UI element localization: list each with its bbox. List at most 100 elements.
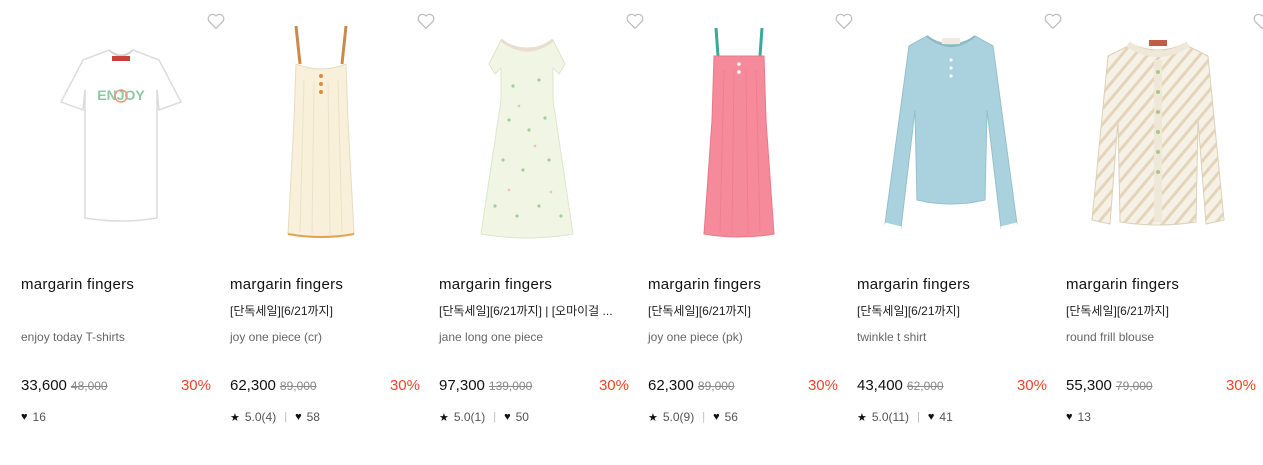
product-name[interactable]: joy one piece (pk) <box>648 330 743 344</box>
meta-divider: | <box>493 411 497 423</box>
product-name[interactable]: enjoy today T-shirts <box>21 330 125 344</box>
meta-divider: | <box>702 411 706 423</box>
like-count: 16 <box>32 410 46 424</box>
original-price: 89,000 <box>279 379 317 393</box>
product-brand[interactable]: margarin fingers <box>230 276 343 293</box>
product-image-blue-long-sleeve-top <box>884 35 1018 230</box>
product-brand[interactable]: margarin fingers <box>439 276 552 293</box>
sale-price: 62,300 <box>230 377 276 394</box>
product-image-link[interactable] <box>857 10 1062 250</box>
product-image-pink-slip-dress <box>703 27 775 238</box>
original-price: 62,000 <box>906 379 944 393</box>
heart-filled-icon: ♥ <box>21 411 28 423</box>
like-count: 13 <box>1077 410 1091 424</box>
product-image-floral-long-dress <box>480 38 574 239</box>
price-row: 62,300 89,000 30% <box>648 377 838 397</box>
product-name[interactable]: joy one piece (cr) <box>230 330 322 344</box>
heart-outline-icon <box>626 13 644 30</box>
product-image-link[interactable]: ENJOY <box>21 10 225 250</box>
product-meta: ♥ 13 <box>1066 410 1091 424</box>
sale-price: 33,600 <box>21 377 67 394</box>
product-tag: [단독세일][6/21까지] <box>857 304 960 318</box>
heart-filled-icon: ♥ <box>504 411 511 423</box>
sale-price: 62,300 <box>648 377 694 394</box>
product-meta: ★ 5.0(1) | ♥ 50 <box>439 410 529 424</box>
heart-outline-icon <box>1253 13 1263 30</box>
product-name[interactable]: twinkle t shirt <box>857 330 926 344</box>
price-row: 43,400 62,000 30% <box>857 377 1047 397</box>
like-count: 41 <box>939 410 953 424</box>
sale-price: 55,300 <box>1066 377 1112 394</box>
heart-filled-icon: ♥ <box>927 411 935 423</box>
original-price: 139,000 <box>488 379 533 393</box>
rating: 5.0(9) <box>662 410 695 424</box>
product-grid: ENJOY margarin fingers enjoy today T-shi… <box>0 0 1263 465</box>
star-icon: ★ <box>857 411 867 424</box>
discount-rate: 30% <box>180 377 211 394</box>
product-card[interactable]: ENJOY margarin fingers enjoy today T-shi… <box>21 0 225 465</box>
wishlist-button[interactable] <box>205 10 227 32</box>
rating: 5.0(1) <box>453 410 486 424</box>
product-tag: [단독세일][6/21까지] | [오마이걸 ... <box>439 304 613 318</box>
heart-outline-icon <box>207 13 225 30</box>
product-tag: [단독세일][6/21까지] <box>648 304 751 318</box>
rating: 5.0(11) <box>871 410 910 424</box>
wishlist-button[interactable] <box>415 10 437 32</box>
original-price: 89,000 <box>697 379 735 393</box>
product-image-link[interactable] <box>1066 10 1263 250</box>
star-icon: ★ <box>439 411 449 424</box>
discount-rate: 30% <box>598 377 629 394</box>
product-image-link[interactable] <box>230 10 435 250</box>
product-brand[interactable]: margarin fingers <box>857 276 970 293</box>
heart-filled-icon: ♥ <box>295 411 302 423</box>
product-card[interactable]: margarin fingers [단독세일][6/21까지] joy one … <box>230 0 435 465</box>
star-icon: ★ <box>648 411 658 424</box>
original-price: 79,000 <box>1115 379 1153 393</box>
original-price: 48,000 <box>70 379 108 393</box>
product-image-link[interactable] <box>648 10 853 250</box>
heart-outline-icon <box>1044 13 1062 30</box>
like-count: 56 <box>724 410 738 424</box>
heart-filled-icon: ♥ <box>713 411 720 423</box>
product-meta: ★ 5.0(9) | ♥ 56 <box>648 410 738 424</box>
price-row: 62,300 89,000 30% <box>230 377 420 397</box>
product-name[interactable]: round frill blouse <box>1066 330 1154 344</box>
product-meta: ★ 5.0(11) | ♥ 41 <box>857 410 953 424</box>
heart-outline-icon <box>417 13 435 30</box>
rating: 5.0(4) <box>244 410 277 424</box>
product-name[interactable]: jane long one piece <box>439 330 543 344</box>
product-image-white-tshirt: ENJOY <box>59 49 183 222</box>
discount-rate: 30% <box>1225 377 1256 394</box>
sale-price: 97,300 <box>439 377 485 394</box>
price-row: 33,600 48,000 30% <box>21 377 211 397</box>
product-brand[interactable]: margarin fingers <box>648 276 761 293</box>
like-count: 50 <box>515 410 529 424</box>
product-card[interactable]: margarin fingers [단독세일][6/21까지] joy one … <box>648 0 853 465</box>
product-meta: ★ 5.0(4) | ♥ 58 <box>230 410 320 424</box>
product-tag: [단독세일][6/21까지] <box>1066 304 1169 318</box>
wishlist-button[interactable] <box>624 10 646 32</box>
product-image-link[interactable] <box>439 10 644 250</box>
product-image-cream-slip-dress <box>287 25 355 238</box>
heart-filled-icon: ♥ <box>1066 411 1073 423</box>
heart-outline-icon <box>835 13 853 30</box>
wishlist-button[interactable] <box>1042 10 1064 32</box>
product-brand[interactable]: margarin fingers <box>21 276 134 293</box>
like-count: 58 <box>306 410 320 424</box>
price-row: 97,300 139,000 30% <box>439 377 629 397</box>
product-tag: [단독세일][6/21까지] <box>230 304 333 318</box>
meta-divider: | <box>917 411 920 423</box>
product-brand[interactable]: margarin fingers <box>1066 276 1179 293</box>
discount-rate: 30% <box>807 377 838 394</box>
product-meta: ♥ 16 <box>21 410 46 424</box>
meta-divider: | <box>284 411 288 423</box>
product-card[interactable]: margarin fingers [단독세일][6/21까지] round fr… <box>1066 0 1263 465</box>
wishlist-button[interactable] <box>1251 10 1263 32</box>
product-image-striped-frill-blouse <box>1091 40 1225 226</box>
discount-rate: 30% <box>1016 377 1047 394</box>
wishlist-button[interactable] <box>833 10 855 32</box>
price-row: 55,300 79,000 30% <box>1066 377 1256 397</box>
sale-price: 43,400 <box>857 377 903 394</box>
product-card[interactable]: margarin fingers [단독세일][6/21까지] | [오마이걸 … <box>439 0 644 465</box>
product-card[interactable]: margarin fingers [단독세일][6/21까지] twinkle … <box>857 0 1062 465</box>
